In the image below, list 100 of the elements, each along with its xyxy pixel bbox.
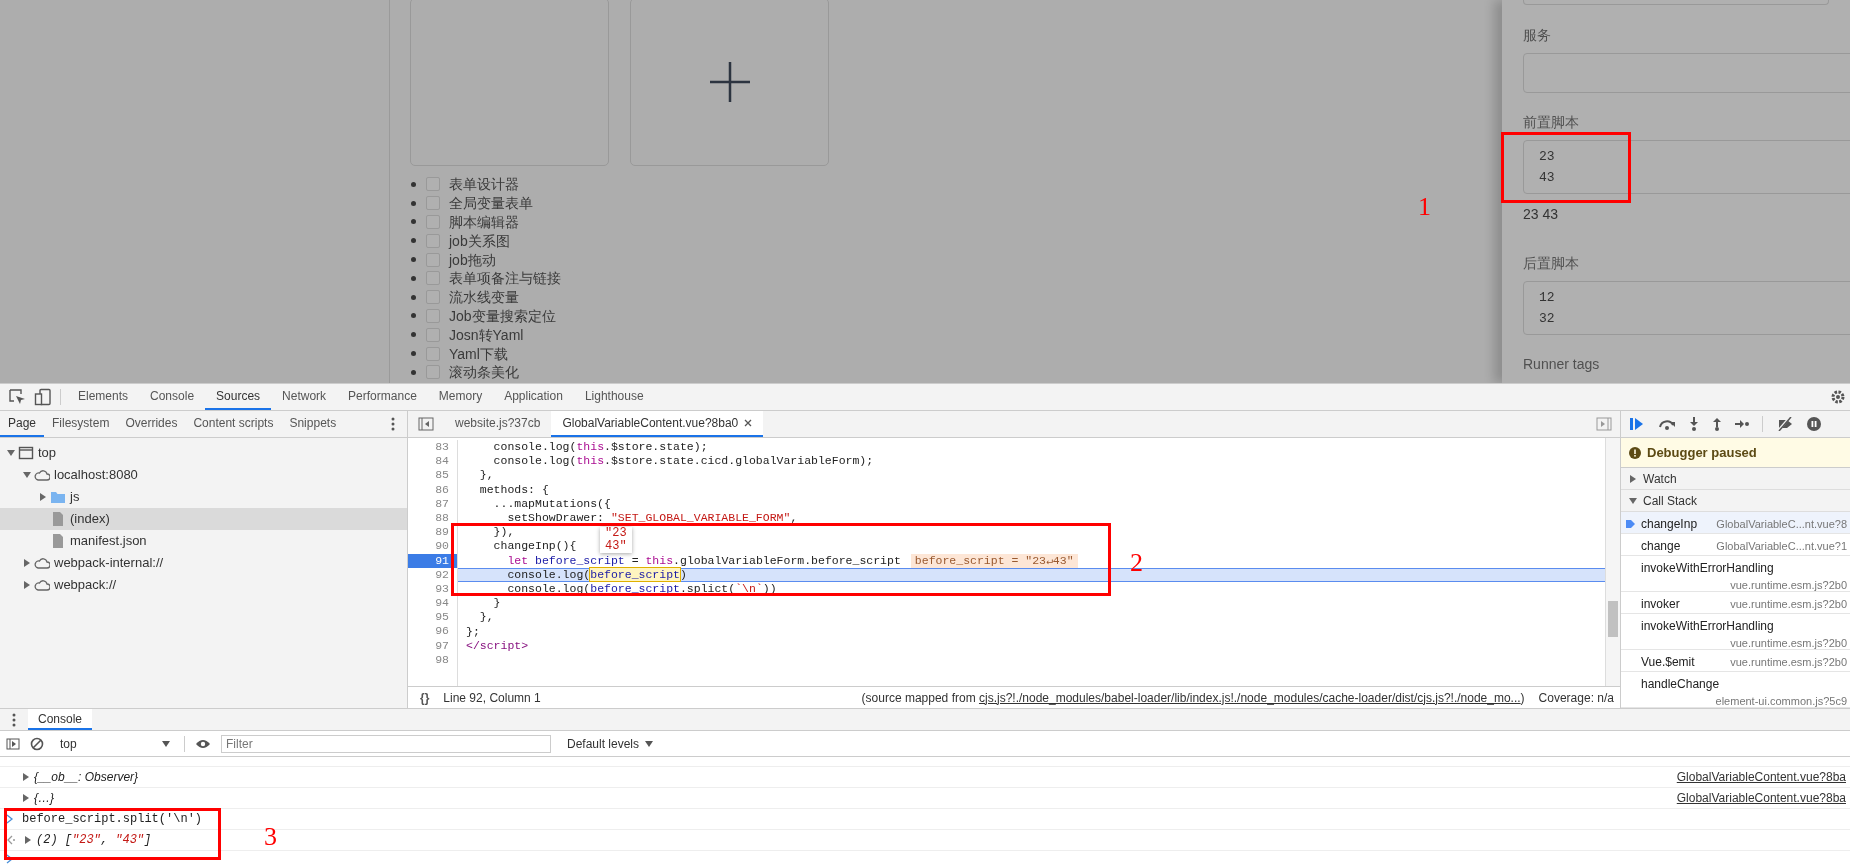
tree-item[interactable]: localhost:8080	[0, 464, 407, 486]
file-icon	[50, 533, 66, 549]
object-preview[interactable]: {…}	[34, 789, 54, 807]
tree-item[interactable]: js	[0, 486, 407, 508]
tree-item[interactable]: top	[0, 442, 407, 464]
section-header[interactable]: Watch	[1643, 469, 1677, 488]
checkbox-label: 脚本编辑器	[449, 214, 519, 230]
devtools-tab[interactable]: Application	[493, 384, 574, 410]
navigator-tab[interactable]: Content scripts	[185, 411, 282, 437]
devtools-tab[interactable]: Lighthouse	[573, 384, 655, 410]
deactivate-breakpoints-icon[interactable]	[1776, 417, 1794, 431]
field-label: 后置脚本	[1523, 255, 1579, 271]
devtools-tab[interactable]: Elements	[67, 384, 140, 410]
result-icon	[6, 835, 16, 845]
code-line: },	[478, 612, 494, 623]
checkbox-label: 全局变量表单	[449, 195, 533, 212]
collapsed-arrow-icon[interactable]	[22, 558, 32, 568]
inline-value: before_script = "23↵43"	[910, 553, 1078, 568]
tree-item[interactable]: manifest.json	[0, 530, 407, 552]
more-icon[interactable]	[391, 417, 395, 431]
object-preview[interactable]: {__ob__: Observer}	[34, 768, 139, 786]
navigator-tab[interactable]: Overrides	[117, 411, 186, 437]
list-bullet	[411, 275, 416, 281]
navigator-tab[interactable]: Filesystem	[44, 411, 118, 437]
settings-icon[interactable]	[1830, 389, 1846, 405]
scrollbar[interactable]	[1605, 438, 1620, 686]
step-into-icon[interactable]	[1689, 417, 1699, 431]
code-line: console.log(before_script)	[506, 569, 687, 580]
sidebar-icon[interactable]	[6, 737, 20, 750]
cloud-icon	[34, 577, 50, 593]
source-link[interactable]: GlobalVariableContent.vue?8ba	[1676, 789, 1846, 807]
code-line: changeInp(){	[492, 541, 577, 552]
devtools-tab[interactable]: Performance	[337, 384, 428, 410]
levels-dropdown[interactable]: Default levels	[567, 734, 654, 753]
expand-arrow-icon[interactable]	[24, 836, 32, 844]
checkbox-label: Yaml下载	[449, 345, 508, 362]
pretty-print-button[interactable]: {}	[420, 688, 430, 707]
code-line: ...mapMutations({	[492, 498, 611, 509]
list-bullet	[411, 200, 416, 206]
expand-arrow-icon[interactable]	[22, 794, 30, 802]
sidebar-toggle-icon[interactable]	[1596, 417, 1612, 431]
list-bullet	[411, 294, 416, 300]
echo-text: 23 43	[1523, 206, 1559, 222]
expanded-arrow-icon[interactable]	[6, 448, 16, 458]
tree-item[interactable]: (index)	[0, 508, 407, 530]
checkbox-label: 表单设计器	[449, 176, 519, 193]
cloud-icon	[34, 555, 50, 571]
filter-field[interactable]: Filter	[221, 734, 551, 753]
expanded-arrow-icon[interactable]	[22, 470, 32, 480]
checkbox-label: 表单项备注与链接	[449, 270, 561, 287]
expand-arrow-icon[interactable]	[22, 773, 30, 781]
coverage-text: Coverage: n/a	[1538, 689, 1614, 707]
annotation-number: 3	[264, 822, 277, 852]
clear-icon[interactable]	[30, 736, 44, 751]
result-preview[interactable]: (2) ["23", "43"]	[36, 831, 152, 849]
more-icon[interactable]	[12, 712, 16, 727]
call-frame[interactable]: changeInp GlobalVariableC...nt.vue?8	[1621, 512, 1850, 535]
navigator-tab[interactable]: Page	[0, 411, 45, 437]
file-tab[interactable]: GlobalVariableContent.vue?8ba0	[551, 411, 764, 437]
expanded-arrow-icon[interactable]	[1628, 495, 1638, 506]
collapsed-arrow-icon[interactable]	[1628, 473, 1638, 484]
source-link[interactable]: cjs.js?!./node_modules/babel-loader/lib/index.js!./node_modules/cache-loader/dist/cjs.js?!./node_mo...	[978, 690, 1521, 705]
step-icon[interactable]	[1735, 419, 1749, 429]
devtools-tab[interactable]: Network	[271, 384, 338, 410]
list-bullet	[411, 219, 416, 225]
sidebar-toggle-icon[interactable]	[418, 417, 434, 431]
list-bullet	[411, 369, 416, 375]
step-over-icon[interactable]	[1658, 417, 1676, 431]
context-dropdown[interactable]: top	[54, 734, 174, 753]
inspect-icon[interactable]	[8, 388, 26, 406]
source-link[interactable]: GlobalVariableContent.vue?8ba	[1676, 768, 1846, 786]
navigator-tab[interactable]: Snippets	[281, 411, 345, 437]
text-area[interactable]: 12 32	[1523, 281, 1850, 335]
code-line: methods: {	[478, 484, 549, 495]
drawer-tab[interactable]: Console	[28, 709, 93, 730]
debugger-status: Debugger paused	[1647, 443, 1757, 462]
caret-icon	[645, 740, 654, 747]
devtools-tab[interactable]: Console	[139, 384, 206, 410]
step-out-icon[interactable]	[1712, 417, 1722, 431]
source-map-text: (source mapped from cjs.js?!./node_modules/babel-loader/lib/index.js!./node_modules/cache-loader/dist/cjs.js?!./node_mo...)	[861, 689, 1525, 707]
list-bullet	[411, 257, 416, 263]
resume-icon[interactable]	[1629, 417, 1645, 431]
pause-icon[interactable]	[1807, 417, 1821, 431]
list-bullet	[411, 238, 416, 244]
text-area[interactable]: 23 43	[1523, 140, 1850, 194]
device-icon[interactable]	[34, 388, 52, 406]
annotation-number: 1	[1418, 192, 1431, 222]
close-icon[interactable]	[744, 419, 753, 427]
prompt-icon	[6, 814, 14, 824]
tree-item[interactable]: webpack-internal://	[0, 552, 407, 574]
collapsed-arrow-icon[interactable]	[38, 492, 48, 502]
devtools-tab[interactable]: Memory	[427, 384, 494, 410]
eye-icon[interactable]	[195, 738, 211, 749]
checkbox-label: job关系图	[449, 232, 510, 249]
tree-item[interactable]: webpack://	[0, 574, 407, 596]
folder-icon	[50, 489, 66, 505]
collapsed-arrow-icon[interactable]	[22, 580, 32, 590]
file-tab[interactable]: website.js?37cb	[444, 411, 552, 437]
list-bullet	[411, 313, 416, 319]
plus-icon	[708, 61, 751, 103]
